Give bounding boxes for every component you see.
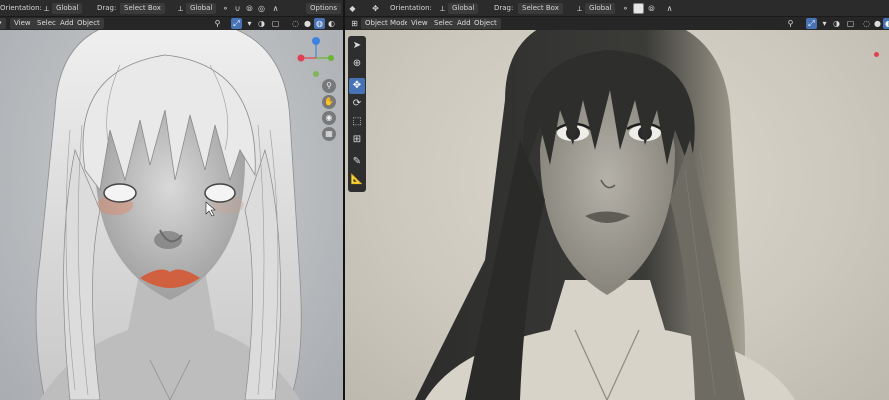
shading-wire-icon-right[interactable]: ◌ bbox=[861, 18, 872, 29]
x-axis-icon-right[interactable] bbox=[874, 52, 879, 57]
mode-dropdown-right[interactable]: Object Mode bbox=[361, 18, 414, 29]
visibility-icon-right[interactable]: ⚲ bbox=[785, 18, 796, 29]
transform-tool-icon[interactable]: ⊞ bbox=[349, 132, 365, 148]
drag-label: Drag: bbox=[494, 4, 514, 12]
shading-solid-icon-right[interactable]: ● bbox=[872, 18, 883, 29]
shading-wire-icon-left[interactable]: ◌ bbox=[290, 18, 301, 29]
y-axis-icon[interactable] bbox=[328, 55, 334, 61]
snap-toggle-icon[interactable] bbox=[633, 3, 644, 14]
pivot-point-icon[interactable]: ⚬ bbox=[220, 3, 231, 14]
transform-pivot-icon[interactable]: ◆ bbox=[347, 3, 358, 14]
overlay-icon-right[interactable]: ◑ bbox=[831, 18, 842, 29]
orientation-label-left: Orientation: bbox=[0, 4, 42, 12]
annotate-tool-icon[interactable]: ✎ bbox=[349, 154, 365, 170]
move-tool-icon[interactable]: ✥ bbox=[349, 78, 365, 94]
xray-icon-right[interactable]: ▢ bbox=[845, 18, 856, 29]
visibility-icon-left[interactable]: ⚲ bbox=[212, 18, 223, 29]
zoom-icon[interactable]: ⚲ bbox=[322, 79, 336, 93]
left-editor-menubar: ▾ View Select Add Object ⚲ ⤢ ▾ ◑ ▢ ◌ ● ◍… bbox=[0, 17, 343, 30]
menu-object-left[interactable]: Object bbox=[73, 18, 104, 29]
pivot-axis-icon-right[interactable]: ⟂ bbox=[574, 3, 585, 14]
right-character-render bbox=[415, 30, 795, 400]
neg-y-axis-icon[interactable] bbox=[313, 71, 319, 77]
right-editor-menubar: ⊞ Object Mode View Select Add Object ⚲ ⤢… bbox=[345, 17, 889, 30]
gizmo-dropdown-left[interactable]: ▾ bbox=[244, 18, 255, 29]
magnet-icon[interactable]: ∪ bbox=[232, 3, 243, 14]
right-3d-viewport[interactable]: ➤ ⊕ ✥ ⟳ ⬚ ⊞ ✎ 📐 bbox=[345, 30, 889, 400]
orientation-dropdown[interactable]: Global bbox=[448, 3, 479, 14]
camera-icon[interactable]: ◉ bbox=[322, 111, 336, 125]
pivot-axis-icon[interactable]: ⟂ bbox=[175, 3, 186, 14]
orientation-axis-icon[interactable]: ⟂ bbox=[41, 3, 52, 14]
proportional-edit-icon-right[interactable]: ∧ bbox=[664, 3, 675, 14]
select-cursor-icon[interactable]: ➤ bbox=[349, 38, 365, 54]
3d-cursor-icon[interactable]: ⊕ bbox=[349, 56, 365, 72]
drag-dropdown-left[interactable]: Select Box bbox=[120, 3, 165, 14]
pivot-point-icon-right[interactable]: ⚬ bbox=[620, 3, 631, 14]
editor-type-icon[interactable]: ⊞ bbox=[349, 18, 360, 29]
xray-icon-left[interactable]: ▢ bbox=[270, 18, 281, 29]
orientation-label: Orientation: bbox=[390, 4, 432, 12]
grid-icon[interactable]: ▦ bbox=[322, 127, 336, 141]
shading-render-icon-left[interactable]: ◐ bbox=[326, 18, 337, 29]
x-axis-icon[interactable] bbox=[297, 54, 305, 62]
gizmo-icon-right[interactable]: ⤢ bbox=[806, 18, 817, 29]
pivot-dropdown[interactable]: Global bbox=[585, 3, 616, 14]
options-dropdown[interactable]: Options bbox=[306, 3, 342, 14]
measure-tool-icon[interactable]: 📐 bbox=[349, 172, 365, 188]
shading-material-icon-left[interactable]: ◍ bbox=[314, 18, 325, 29]
pivot-dropdown-left[interactable]: Global bbox=[186, 3, 217, 14]
z-axis-icon[interactable] bbox=[312, 37, 320, 45]
gizmo-icon-left[interactable]: ⤢ bbox=[231, 18, 242, 29]
snap-target-icon[interactable]: ⦾ bbox=[244, 3, 255, 14]
orientation-axis-icon-right[interactable]: ⟂ bbox=[437, 3, 448, 14]
shading-solid-icon-left[interactable]: ● bbox=[302, 18, 313, 29]
left-character-render bbox=[35, 30, 302, 400]
left-3d-viewport[interactable]: ⚲ ✋ ◉ ▦ bbox=[0, 30, 343, 400]
mode-dropdown-left[interactable]: ▾ bbox=[0, 18, 6, 29]
drag-label-left: Drag: bbox=[97, 4, 117, 12]
move-arrows-icon[interactable]: ✥ bbox=[370, 3, 381, 14]
scale-tool-icon[interactable]: ⬚ bbox=[349, 114, 365, 130]
rotate-tool-icon[interactable]: ⟳ bbox=[349, 96, 365, 112]
gizmo-dropdown-right[interactable]: ▾ bbox=[819, 18, 830, 29]
editor-header: Orientation: ⟂ Global Drag: Select Box ⟂… bbox=[0, 0, 889, 17]
menu-object-right[interactable]: Object bbox=[470, 18, 501, 29]
pan-hand-icon[interactable]: ✋ bbox=[322, 95, 336, 109]
proportional-edit-icon[interactable]: ◎ bbox=[256, 3, 267, 14]
tool-shelf: ➤ ⊕ ✥ ⟳ ⬚ ⊞ ✎ 📐 bbox=[348, 36, 366, 192]
shading-render-icon-right[interactable]: ◐ bbox=[883, 18, 889, 29]
falloff-icon[interactable]: ∧ bbox=[270, 3, 281, 14]
drag-dropdown[interactable]: Select Box bbox=[518, 3, 563, 14]
menu-view-right[interactable]: View bbox=[407, 18, 432, 29]
overlay-icon-left[interactable]: ◑ bbox=[256, 18, 267, 29]
snap-target-icon-right[interactable]: ⦾ bbox=[646, 3, 657, 14]
axis-gizmo[interactable] bbox=[296, 34, 340, 78]
orientation-dropdown-left[interactable]: Global bbox=[52, 3, 83, 14]
menu-view-left[interactable]: View bbox=[10, 18, 35, 29]
